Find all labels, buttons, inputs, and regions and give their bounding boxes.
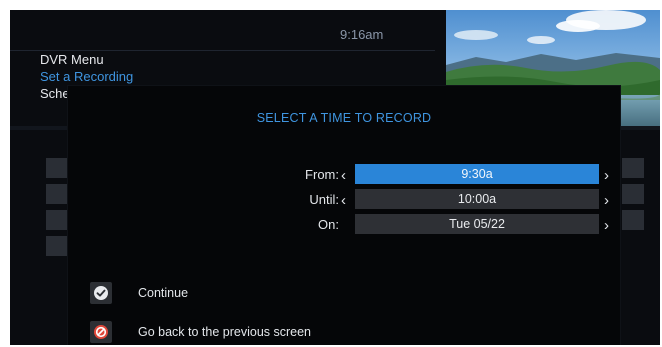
background-list-item — [622, 184, 644, 204]
go-back-option[interactable]: Go back to the previous screen — [138, 325, 311, 339]
background-list-item — [46, 236, 68, 256]
until-label: Until: — [309, 192, 339, 207]
checkmark-icon[interactable] — [90, 282, 112, 304]
from-time-field[interactable]: 9:30a — [355, 164, 599, 184]
until-next-arrow-icon[interactable]: › — [604, 193, 609, 208]
dvr-screen: 9:16am DVR Menu Set a Recording Sche SEL… — [10, 10, 660, 345]
menu-subtitle: Set a Recording — [40, 69, 134, 84]
on-next-arrow-icon[interactable]: › — [604, 218, 609, 233]
background-list-item — [46, 158, 68, 178]
menu-item-partial: Sche — [40, 86, 70, 101]
background-list-item — [46, 184, 68, 204]
record-time-dialog: SELECT A TIME TO RECORD From: ‹ 9:30a › … — [68, 86, 620, 345]
no-sign-icon[interactable] — [90, 321, 112, 343]
on-label: On: — [318, 217, 339, 232]
background-list-item — [622, 158, 644, 178]
background-list-item — [46, 210, 68, 230]
menu-title: DVR Menu — [40, 52, 104, 67]
until-previous-arrow-icon[interactable]: ‹ — [341, 193, 346, 208]
continue-option[interactable]: Continue — [138, 286, 188, 300]
on-date-field[interactable]: Tue 05/22 — [355, 214, 599, 234]
from-previous-arrow-icon[interactable]: ‹ — [341, 168, 346, 183]
from-next-arrow-icon[interactable]: › — [604, 168, 609, 183]
until-time-field[interactable]: 10:00a — [355, 189, 599, 209]
background-list-item — [622, 210, 644, 230]
header-divider — [10, 50, 435, 51]
from-label: From: — [305, 167, 339, 182]
clock-time: 9:16am — [340, 27, 384, 42]
dialog-title: SELECT A TIME TO RECORD — [256, 111, 432, 125]
